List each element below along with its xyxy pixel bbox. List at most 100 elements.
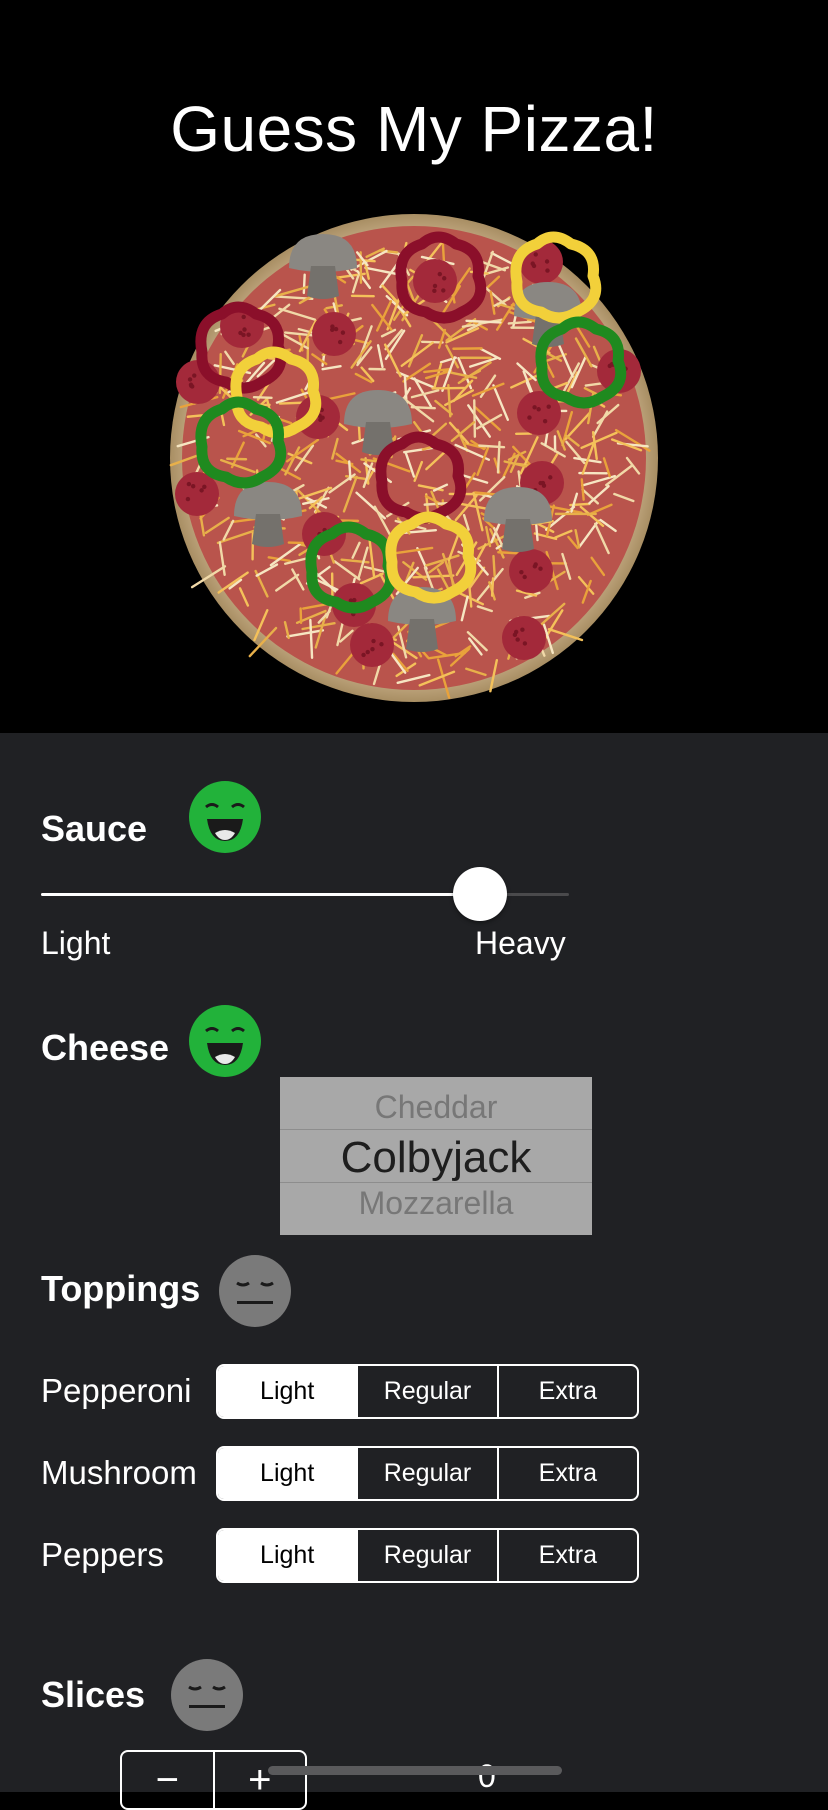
pizza-illustration <box>168 212 660 704</box>
segment-extra[interactable]: Extra <box>497 1448 637 1499</box>
sauce-slider[interactable] <box>41 893 569 896</box>
pepperoni-speck <box>191 484 195 488</box>
cheese-strand <box>254 397 271 398</box>
topping-label-pepperoni: Pepperoni <box>41 1372 191 1410</box>
pepperoni-speck <box>519 570 523 574</box>
pepperoni-speck <box>532 405 536 409</box>
pepperoni-speck <box>246 333 250 337</box>
cheese-strand <box>492 578 493 595</box>
cheese-strand <box>467 321 501 323</box>
happy-face-icon <box>189 1005 261 1077</box>
segment-regular[interactable]: Regular <box>356 1530 496 1581</box>
pepperoni-speck <box>188 377 192 381</box>
pepperoni-speck <box>548 475 552 479</box>
segment-light[interactable]: Light <box>218 1366 356 1417</box>
pepperoni-speck <box>199 488 203 492</box>
pepperoni-speck <box>538 481 542 485</box>
picker-selected-option[interactable]: Colbyjack <box>280 1133 592 1183</box>
pepperoni-speck <box>338 340 342 344</box>
pepperoni-slice <box>509 549 553 593</box>
pepperoni-speck <box>534 252 538 256</box>
cheese-strand <box>349 461 350 479</box>
pepperoni-speck <box>433 284 437 288</box>
pepperoni-slice <box>413 259 457 303</box>
slices-title: Slices <box>41 1674 145 1716</box>
neutral-face-icon <box>219 1255 291 1327</box>
home-indicator[interactable] <box>268 1766 562 1775</box>
happy-face-icon <box>189 781 261 853</box>
pepperoni-slice <box>502 616 546 660</box>
slices-stepper[interactable]: − + <box>120 1750 307 1810</box>
pepperoni-speck <box>543 419 547 423</box>
pepperoni-speck <box>366 650 370 654</box>
cheese-strand <box>310 620 312 658</box>
pepperoni-speck <box>192 373 196 377</box>
segment-regular[interactable]: Regular <box>356 1448 496 1499</box>
topping-label-mushroom: Mushroom <box>41 1454 197 1492</box>
pepperoni-slice <box>350 623 394 667</box>
sauce-slider-fill <box>41 893 480 896</box>
increment-button[interactable]: + <box>213 1752 306 1808</box>
settings-panel <box>0 733 828 1792</box>
cheese-strand <box>479 446 504 448</box>
cheese-strand <box>443 244 444 263</box>
pepperoni-speck <box>187 482 191 486</box>
pepperoni-speck <box>536 407 540 411</box>
cheese-strand <box>304 275 305 293</box>
segment-light[interactable]: Light <box>218 1530 356 1581</box>
pepperoni-speck <box>242 327 246 331</box>
pepperoni-speck <box>330 324 334 328</box>
pepperoni-speck <box>334 327 338 331</box>
picker-option[interactable]: Mozzarella <box>280 1185 592 1222</box>
pepperoni-speck <box>545 268 549 272</box>
pepperoni-speck <box>361 653 365 657</box>
pepperoni-speck <box>241 315 245 319</box>
pepperoni-speck <box>522 575 526 579</box>
segment-extra[interactable]: Extra <box>497 1366 637 1417</box>
sauce-min-label: Light <box>41 925 110 962</box>
pepperoni-speck <box>533 562 537 566</box>
picker-divider <box>280 1182 592 1183</box>
pepperoni-speck <box>531 261 535 265</box>
pepperoni-speck <box>186 497 190 501</box>
cheese-title: Cheese <box>41 1027 169 1069</box>
sauce-title: Sauce <box>41 808 147 850</box>
cheese-strand <box>509 322 531 324</box>
cheese-strand <box>498 552 517 553</box>
pepperoni-speck <box>341 330 345 334</box>
pepperoni-speck <box>527 415 531 419</box>
header-area: Guess My Pizza! <box>0 0 828 733</box>
pepperoni-speck <box>523 641 527 645</box>
pepperoni-speck <box>190 384 194 388</box>
decrement-button[interactable]: − <box>122 1752 213 1808</box>
cheese-strand <box>412 407 435 408</box>
cheese-strand <box>493 556 494 576</box>
pepperoni-speck <box>241 333 245 337</box>
cheese-picker[interactable]: Cheddar Colbyjack Mozzarella <box>280 1077 592 1235</box>
pepperoni-speck <box>545 259 549 263</box>
pepperoni-slice <box>312 312 356 356</box>
cheese-strand <box>188 415 203 416</box>
pepperoni-amount-control[interactable]: Light Regular Extra <box>216 1364 639 1419</box>
page-title: Guess My Pizza! <box>0 92 828 166</box>
sauce-slider-thumb[interactable] <box>453 867 507 921</box>
pepperoni-speck <box>438 272 442 276</box>
neutral-face-icon <box>171 1659 243 1731</box>
segment-regular[interactable]: Regular <box>356 1366 496 1417</box>
peppers-amount-control[interactable]: Light Regular Extra <box>216 1528 639 1583</box>
pepperoni-speck <box>202 485 206 489</box>
cheese-strand <box>474 400 475 436</box>
picker-option[interactable]: Cheddar <box>280 1089 592 1126</box>
segment-light[interactable]: Light <box>218 1448 356 1499</box>
pepperoni-speck <box>370 647 374 651</box>
pepperoni-speck <box>515 637 519 641</box>
pepperoni-speck <box>513 633 517 637</box>
pepperoni-speck <box>352 598 356 602</box>
pepperoni-speck <box>379 642 383 646</box>
segment-extra[interactable]: Extra <box>497 1530 637 1581</box>
slices-value: 0 <box>478 1758 496 1795</box>
pepperoni-speck <box>538 567 542 571</box>
topping-label-peppers: Peppers <box>41 1536 164 1574</box>
mushroom-amount-control[interactable]: Light Regular Extra <box>216 1446 639 1501</box>
pepperoni-speck <box>547 405 551 409</box>
